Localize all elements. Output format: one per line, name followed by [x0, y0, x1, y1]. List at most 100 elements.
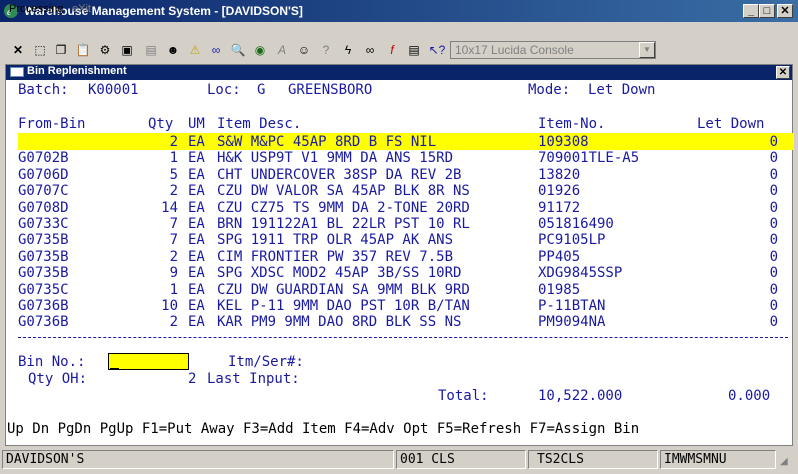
link-icon[interactable]: ∞ [361, 41, 379, 59]
bin-no-label: Bin No.: [18, 354, 86, 370]
function-icon[interactable]: f [383, 41, 401, 59]
resize-grip-icon[interactable]: ◢ [780, 456, 788, 467]
cell-qty: 2 [169, 134, 178, 150]
cell-from-bin: G0736B [18, 314, 69, 331]
text-cursor [110, 368, 119, 370]
table-row[interactable]: G0706D 5 EA CHT UNDERCOVER 38SP DA REV 2B 13… [18, 167, 790, 183]
lightning-icon[interactable]: ϟ [339, 41, 357, 59]
context-help-icon[interactable]: ↖? [428, 41, 446, 59]
window-title: Warehouse Management System - [DAVIDSON'… [24, 4, 303, 18]
cell-desc: CIM FRONTIER PW 357 REV 7.5B [217, 248, 454, 265]
contact-icon[interactable]: ☺ [295, 41, 313, 59]
table-row[interactable]: G0733C 7 EA BRN 191122A1 BL 22LR PST 10 RL 0… [18, 216, 790, 232]
table-row[interactable]: G0735B 9 EA SPG XDSC MOD2 45AP 3B/SS 10RD XD… [18, 265, 790, 281]
cell-item-no: 01926 [538, 183, 581, 200]
paste-icon[interactable]: 📋 [74, 41, 92, 59]
user-icon[interactable]: ☻ [164, 41, 182, 59]
table-row[interactable]: G0735B 7 EA SPG 1911 TRP OLR 45AP AK ANS PC9… [18, 232, 790, 248]
select-icon[interactable]: ⬚ [31, 41, 49, 59]
menu-bar [0, 22, 798, 40]
col-qty: Qty [148, 116, 174, 132]
table-row[interactable]: G0708D 14 EA CZU CZ75 TS 9MM DA 2-TONE 20RD… [18, 200, 790, 216]
cell-from-bin: G0702B [18, 150, 69, 167]
list-icon[interactable]: ▤ [142, 41, 160, 59]
close-button[interactable]: ✕ [777, 4, 793, 18]
globe-icon[interactable]: ◉ [251, 41, 269, 59]
properties-icon[interactable]: ▣ [118, 41, 136, 59]
cell-qty: 7 [169, 232, 178, 249]
cell-let-down: 0 [769, 248, 778, 265]
cell-item-no: 109308 [538, 134, 589, 150]
total-value: 10,522.000 [538, 388, 623, 404]
cell-um: EA [188, 150, 205, 167]
bin-no-input[interactable] [108, 353, 189, 370]
table-row[interactable]: G0735B 2 EA CIM FRONTIER PW 357 REV 7.5B PP4… [18, 249, 790, 265]
cell-from-bin: G0735C [18, 281, 69, 298]
cell-um: EA [188, 183, 205, 200]
cell-let-down: 0 [769, 232, 778, 249]
cell-qty: 1 [169, 150, 178, 167]
maximize-button[interactable]: □ [759, 4, 775, 18]
cell-um: EA [188, 314, 205, 331]
loc-label: Loc: [207, 82, 241, 98]
batch-value: K00001 [88, 82, 139, 98]
menu-processing[interactable]: Processing [9, 3, 63, 15]
col-desc: Item Desc. [217, 116, 302, 132]
cell-item-no: XDG9845SSP [538, 265, 623, 282]
menu-exit[interactable]: eXit [72, 3, 91, 15]
cell-desc: SPG XDSC MOD2 45AP 3B/SS 10RD [217, 265, 462, 282]
cell-item-no: PM9094NA [538, 314, 606, 331]
function-key-bar: Up Dn PgDn PgUp F1=Put Away F3=Add Item … [7, 421, 640, 437]
table-row[interactable]: G0735C 1 EA CZU DW GUARDIAN SA 9MM BLK 9RD 0… [18, 282, 790, 298]
cell-item-no: PP405 [538, 248, 581, 265]
cell-item-no: 13820 [538, 166, 581, 183]
cell-qty: 5 [169, 166, 178, 183]
cell-let-down: 0 [769, 265, 778, 282]
status-module: IMWMSMNU [660, 450, 776, 469]
loc-name: GREENSBORO [288, 82, 373, 98]
table-row[interactable]: G0707C 2 EA CZU DW VALOR SA 45AP BLK 8R NS 0… [18, 183, 790, 199]
total-let-down: 0.000 [728, 388, 771, 404]
copy-icon[interactable]: ❐ [52, 41, 70, 59]
cell-let-down: 0 [769, 216, 778, 232]
binoculars-icon[interactable]: ∞ [207, 41, 225, 59]
font-icon[interactable]: A [273, 41, 291, 59]
cell-desc: KAR PM9 9MM DAO 8RD BLK SS NS [217, 314, 462, 331]
help-book-icon[interactable]: ? [317, 41, 335, 59]
batch-label: Batch: [18, 82, 69, 98]
cell-um: EA [188, 265, 205, 282]
table-row[interactable]: G0736B 2 EA KAR PM9 9MM DAO 8RD BLK SS NS PM… [18, 314, 790, 330]
font-select-value: 10x17 Lucida Console [455, 43, 574, 57]
chevron-down-icon[interactable]: ▼ [639, 42, 655, 58]
cell-let-down: 0 [769, 281, 778, 298]
table-row[interactable]: G0702B 1 EA H&K USP9T V1 9MM DA ANS 15RD 709… [18, 150, 790, 166]
status-session: TS2CLS [528, 450, 658, 469]
itm-ser-label: Itm/Ser#: [228, 354, 304, 370]
cell-qty: 14 [161, 199, 178, 216]
cell-qty: 2 [169, 314, 178, 331]
alert-icon[interactable]: ⚠ [186, 41, 204, 59]
settings-icon[interactable]: ⚙ [96, 41, 114, 59]
cell-desc: KEL P-11 9MM DAO PST 10R B/TAN [217, 298, 470, 314]
delete-icon[interactable]: ✕ [9, 41, 27, 59]
cell-from-bin: G0735B [18, 248, 69, 265]
search-icon[interactable]: 🔍 [229, 41, 247, 59]
cell-from-bin: G0735B [18, 265, 69, 282]
minimize-button[interactable]: _ [743, 4, 759, 18]
cell-um: EA [188, 232, 205, 249]
form-close-button[interactable]: ✕ [776, 66, 790, 79]
table-row[interactable]: 2 EA S&W M&PC 45AP 8RD B FS NIL 109308 0 [18, 134, 790, 150]
cell-desc: S&W M&PC 45AP 8RD B FS NIL [217, 134, 437, 150]
form-title: Bin Replenishment [27, 65, 127, 77]
document-icon[interactable]: ▤ [405, 41, 423, 59]
cell-desc: H&K USP9T V1 9MM DA ANS 15RD [217, 150, 454, 167]
cell-from-bin: G0707C [18, 183, 69, 200]
cell-let-down: 0 [769, 183, 778, 200]
mode-label: Mode: [528, 82, 571, 98]
cell-from-bin: G0733C [18, 216, 69, 232]
cell-desc: CZU DW VALOR SA 45AP BLK 8R NS [217, 183, 470, 200]
cell-let-down: 0 [769, 314, 778, 331]
table-row[interactable]: G0736B 10 EA KEL P-11 9MM DAO PST 10R B/TAN… [18, 298, 790, 314]
cell-let-down: 0 [769, 166, 778, 183]
qty-oh-value: 2 [188, 371, 197, 387]
